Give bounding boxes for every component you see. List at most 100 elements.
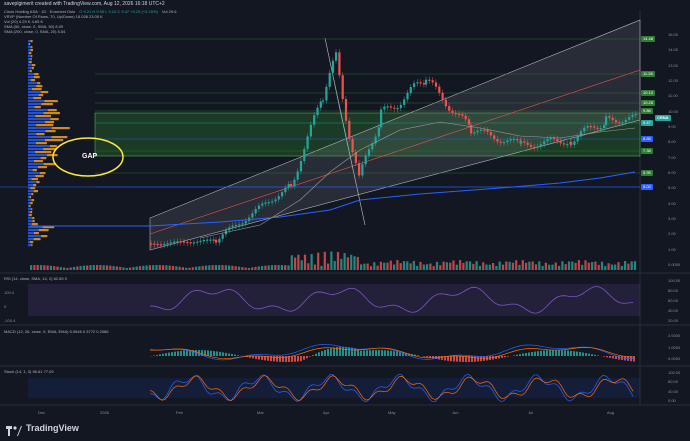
candle-body: [420, 82, 422, 83]
volume-bar: [555, 263, 557, 270]
volume-bar: [330, 252, 332, 270]
price-tick: 4.00: [668, 201, 676, 206]
stoch-band: [28, 378, 640, 398]
profile-bar-up: [28, 88, 32, 90]
candle-body: [365, 156, 367, 165]
macd-bar: [369, 350, 371, 356]
candle-body: [605, 116, 607, 125]
volume-bar: [416, 266, 418, 270]
tradingview-logo[interactable]: TradingView: [6, 421, 86, 435]
profile-bar-up: [28, 145, 50, 147]
price-level-badge: 8.85: [641, 136, 653, 142]
profile-bar-up: [28, 202, 30, 204]
macd-bar: [453, 356, 455, 361]
profile-bar-down: [41, 157, 47, 159]
candle-body: [329, 73, 331, 87]
volume-bar: [601, 262, 603, 270]
macd-legend[interactable]: MACD (12, 26, close, 9, EMA, EMA) 0.0646…: [4, 329, 109, 334]
macd-bar: [360, 351, 362, 356]
volume-bar: [159, 265, 161, 270]
profile-bar-up: [28, 115, 35, 117]
macd-bar: [525, 353, 527, 356]
profile-bar-down: [34, 106, 40, 108]
macd-bar: [327, 349, 329, 356]
volume-bar: [248, 268, 250, 270]
footer-bar: [0, 418, 690, 438]
macd-bar: [372, 350, 374, 356]
macd-bar: [528, 352, 530, 356]
candle-body: [442, 93, 444, 100]
profile-bar-down: [32, 88, 42, 90]
macd-bar: [540, 351, 542, 356]
volume-bar: [208, 265, 210, 270]
profile-bar-up: [28, 214, 29, 216]
volume-bar: [598, 265, 600, 270]
macd-bar: [582, 353, 584, 356]
volume-bar: [162, 265, 164, 270]
candle-body: [300, 161, 302, 171]
profile-bar-down: [44, 100, 57, 102]
volume-bar: [165, 265, 167, 270]
volume-bar: [129, 268, 131, 270]
volume-bar: [462, 263, 464, 270]
volume-bar: [449, 263, 451, 270]
profile-bar-up: [28, 181, 37, 183]
volume-bar: [89, 265, 91, 270]
chart-canvas[interactable]: [0, 0, 690, 438]
profile-bar-up: [28, 175, 35, 177]
symbol-badge: CRNA: [655, 115, 671, 121]
indicator-tick: 80.00: [668, 379, 678, 384]
sma200-legend[interactable]: SMA (200, close, 0, SMA, 20) 5.54: [4, 29, 65, 34]
price-tick: 16.00: [668, 32, 678, 37]
profile-bar-up: [28, 124, 36, 126]
volume-bar: [172, 266, 174, 270]
profile-bar-up: [28, 148, 43, 150]
candle-body: [380, 109, 382, 127]
stoch-legend[interactable]: Stoch (14, 1, 3) 96.61 77.09: [4, 369, 54, 374]
candle-body: [200, 241, 202, 242]
profile-bar-up: [28, 43, 29, 45]
price-level-badge: 5.95: [641, 170, 653, 176]
macd-bar: [504, 356, 506, 357]
macd-bar: [342, 347, 344, 356]
indicator-tick: 1.0000: [668, 345, 680, 350]
candle-body: [297, 171, 299, 179]
profile-bar-up: [28, 64, 32, 66]
volume-bar: [258, 266, 260, 270]
price-tick: 0.0000: [668, 262, 680, 267]
profile-bar-up: [28, 241, 30, 243]
rsi-legend[interactable]: RSI (14, close, SMA, 14, 2) 62.65 0: [4, 276, 67, 281]
macd-bar: [306, 356, 308, 358]
candle-body: [352, 139, 354, 153]
profile-bar-up: [28, 235, 41, 237]
indicator-tick: 2.0000: [668, 333, 680, 338]
profile-bar-up: [28, 220, 33, 222]
volume-bar: [363, 264, 365, 270]
profile-bar-down: [34, 160, 43, 162]
volume-bar: [627, 264, 629, 270]
profile-bar-down: [44, 112, 60, 114]
volume-bar: [367, 264, 369, 270]
volume-bar: [149, 265, 151, 270]
candle-body: [608, 116, 610, 117]
candle-body: [167, 243, 169, 244]
volume-bar: [66, 268, 68, 270]
volume-bar: [228, 265, 230, 270]
volume-bar: [344, 253, 346, 270]
candle-body: [261, 203, 263, 205]
chart-window: saveplgimerit created with TradingView.c…: [0, 0, 690, 438]
profile-bar-down: [35, 115, 51, 117]
macd-bar: [165, 353, 167, 356]
profile-bar-down: [31, 46, 32, 48]
candle-body: [510, 139, 512, 140]
volume-bar: [558, 266, 560, 270]
volume-label: Vol 29.6: [162, 9, 176, 14]
volume-bar: [386, 263, 388, 270]
macd-bar: [534, 352, 536, 356]
profile-bar-down: [30, 211, 32, 213]
profile-bar-down: [29, 214, 32, 216]
profile-bar-up: [28, 109, 48, 111]
price-tick: 11.00: [668, 93, 678, 98]
macd-bar: [237, 355, 239, 356]
profile-bar-up: [28, 133, 36, 135]
